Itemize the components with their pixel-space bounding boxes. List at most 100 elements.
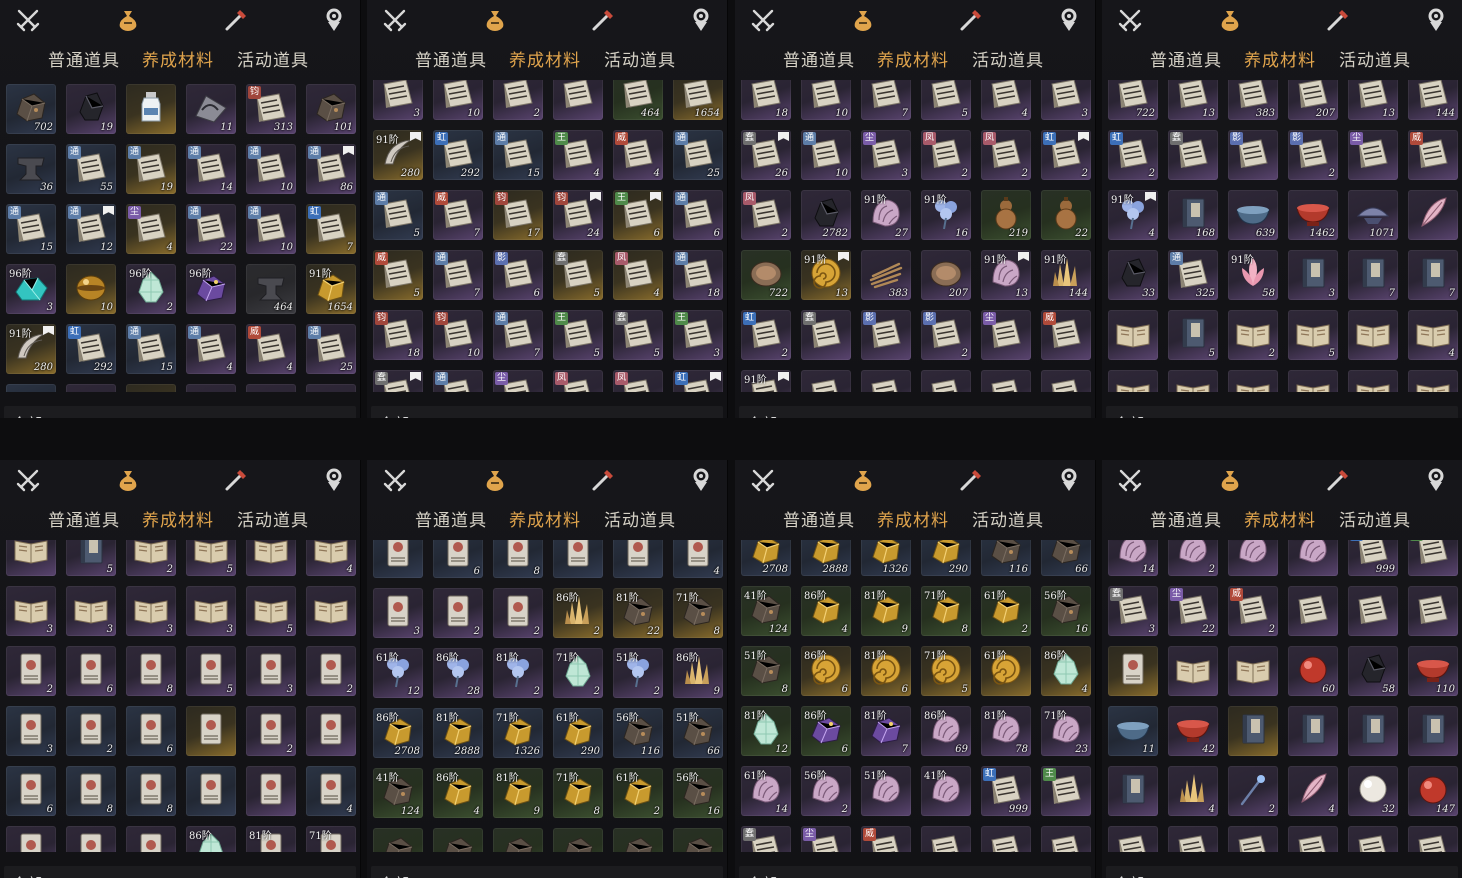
item-slot[interactable]: 尘 [1348, 130, 1398, 180]
item-slot[interactable]: 2 [433, 588, 483, 638]
item-slot[interactable]: 81阶 78 [981, 706, 1031, 756]
item-slot[interactable]: 91阶 280 [373, 130, 423, 180]
item-slot[interactable] [861, 370, 911, 392]
item-slot[interactable]: 6 [6, 766, 56, 816]
tab-event-items[interactable]: 活动道具 [1339, 46, 1411, 71]
item-slot[interactable]: 41阶 [921, 766, 971, 816]
item-slot[interactable]: 4 [1408, 310, 1458, 360]
item-slot[interactable]: 81阶 2 [493, 648, 543, 698]
item-slot[interactable] [246, 384, 296, 392]
item-slot[interactable]: 464 [246, 264, 296, 314]
item-slot[interactable]: 3 [1288, 370, 1338, 392]
item-slot[interactable]: 207 [921, 250, 971, 300]
item-slot[interactable]: 通 55 [66, 144, 116, 194]
item-slot[interactable]: 威5 [373, 250, 423, 300]
scroll-brush-icon[interactable] [957, 6, 985, 34]
item-slot[interactable]: 11 [1108, 706, 1158, 756]
item-slot[interactable]: 71阶 8 [673, 588, 723, 638]
item-slot[interactable]: 61阶 12 [373, 648, 423, 698]
item-slot[interactable]: 86阶 28 [433, 648, 483, 698]
item-slot[interactable]: 2 [6, 646, 56, 696]
item-slot[interactable] [1108, 766, 1158, 816]
item-slot[interactable]: 3 [6, 706, 56, 756]
item-slot[interactable]: 5 [246, 586, 296, 636]
item-slot[interactable] [373, 540, 423, 578]
crossed-swords-icon[interactable] [381, 6, 409, 34]
map-pin-icon[interactable] [320, 6, 348, 34]
money-bag-icon[interactable] [849, 6, 877, 34]
filter-dropdown[interactable]: 全部 [739, 406, 1091, 418]
item-slot[interactable] [1348, 706, 1398, 756]
scroll-brush-icon[interactable] [222, 466, 250, 494]
item-slot[interactable] [1408, 826, 1458, 852]
item-slot[interactable]: 11 [186, 84, 236, 134]
item-slot[interactable] [126, 826, 176, 852]
item-slot[interactable]: 凤4 [613, 250, 663, 300]
item-slot[interactable]: 5 [1168, 310, 1218, 360]
item-slot[interactable] [613, 828, 663, 852]
item-slot[interactable] [801, 370, 851, 392]
item-slot[interactable]: 3 [1228, 370, 1278, 392]
item-slot[interactable]: 81阶 7 [861, 706, 911, 756]
item-slot[interactable]: 36 [6, 144, 56, 194]
item-slot[interactable] [1408, 190, 1458, 240]
item-slot[interactable]: 3 [1108, 370, 1158, 392]
item-slot[interactable] [1288, 586, 1338, 636]
item-slot[interactable]: 凤 [553, 370, 603, 392]
item-slot[interactable] [1228, 826, 1278, 852]
tab-common-items[interactable]: 普通道具 [783, 506, 855, 531]
tab-event-items[interactable]: 活动道具 [972, 506, 1044, 531]
item-slot[interactable]: 110 [1408, 646, 1458, 696]
item-slot[interactable]: 2708 [741, 540, 791, 576]
item-slot[interactable]: 虹2 [1041, 130, 1091, 180]
item-slot[interactable]: 通4 [186, 324, 236, 374]
item-slot[interactable]: 41阶 124 [741, 586, 791, 636]
tab-event-items[interactable]: 活动道具 [1339, 506, 1411, 531]
item-slot[interactable]: 86阶 4 [801, 586, 851, 636]
item-slot[interactable] [126, 384, 176, 392]
item-slot[interactable]: 4 [981, 80, 1031, 120]
map-pin-icon[interactable] [687, 6, 715, 34]
item-slot[interactable]: 51阶 [1228, 540, 1278, 576]
item-slot[interactable]: 91阶 280 [6, 324, 56, 374]
filter-dropdown[interactable]: 全部 [1106, 406, 1458, 418]
item-slot[interactable]: 1462 [1288, 190, 1338, 240]
item-slot[interactable] [673, 828, 723, 852]
item-slot[interactable]: 王3 [673, 310, 723, 360]
item-slot[interactable]: 32 [1348, 766, 1398, 816]
map-pin-icon[interactable] [320, 466, 348, 494]
item-slot[interactable]: 2 [126, 540, 176, 576]
item-slot[interactable]: 6 [66, 646, 116, 696]
item-slot[interactable]: 722 [741, 250, 791, 300]
scroll-brush-icon[interactable] [1324, 466, 1352, 494]
item-slot[interactable]: 96阶 3 [6, 264, 56, 314]
item-slot[interactable]: 639 [1228, 190, 1278, 240]
item-slot[interactable]: 虹 292 [433, 130, 483, 180]
item-slot[interactable]: 王6 [613, 190, 663, 240]
item-slot[interactable]: 尘3 [861, 130, 911, 180]
item-slot[interactable]: 通5 [373, 190, 423, 240]
item-slot[interactable]: 60 [1288, 646, 1338, 696]
item-slot[interactable]: 5 [186, 540, 236, 576]
item-slot[interactable] [1108, 826, 1158, 852]
item-slot[interactable]: 威4 [613, 130, 663, 180]
tab-growth-materials[interactable]: 养成材料 [509, 506, 581, 531]
item-slot[interactable]: 4 [673, 540, 723, 578]
item-slot[interactable]: 6 [433, 540, 483, 578]
tab-growth-materials[interactable]: 养成材料 [1244, 46, 1316, 71]
item-slot[interactable] [553, 80, 603, 120]
item-slot[interactable] [246, 766, 296, 816]
tab-growth-materials[interactable]: 养成材料 [877, 46, 949, 71]
item-slot[interactable] [981, 826, 1031, 852]
item-slot[interactable]: 91阶 13 [981, 250, 1031, 300]
item-slot[interactable] [1041, 826, 1091, 852]
item-slot[interactable] [306, 384, 356, 392]
item-slot[interactable]: 5 [186, 646, 236, 696]
item-slot[interactable]: 18 [741, 80, 791, 120]
item-slot[interactable]: 56阶 16 [673, 768, 723, 818]
item-slot[interactable]: 61阶 2 [981, 586, 1031, 636]
item-slot[interactable]: 3 [126, 586, 176, 636]
item-slot[interactable]: 通 15 [6, 204, 56, 254]
item-slot[interactable] [306, 586, 356, 636]
item-slot[interactable]: 86阶 6 [801, 706, 851, 756]
